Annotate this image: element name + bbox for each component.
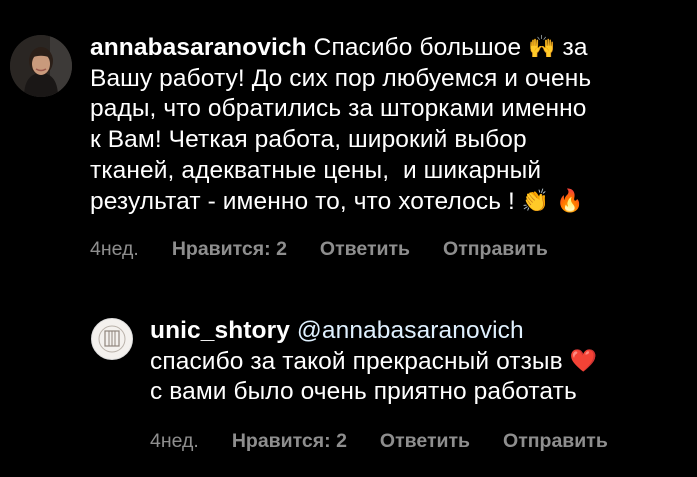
send-button[interactable]: Отправить bbox=[443, 238, 548, 261]
comment-text: unic_shtory @annabasaranovich спасибо за… bbox=[150, 316, 695, 408]
red-heart-emoji-icon: ❤️ bbox=[569, 347, 598, 373]
comment-text-part: спасибо за такой прекрасный отзыв bbox=[150, 347, 563, 375]
mention-link[interactable]: @annabasaranovich bbox=[297, 317, 524, 344]
brand-logo-avatar-icon bbox=[93, 320, 131, 358]
reply-button[interactable]: Ответить bbox=[320, 238, 410, 261]
clapping-hands-emoji-icon: 👏 bbox=[521, 187, 550, 213]
comment-meta: 4нед. Нравится: 2 Ответить Отправить bbox=[150, 430, 608, 453]
comment-timestamp: 4нед. bbox=[90, 238, 139, 260]
comment-text-part: с вами было очень приятно работать bbox=[150, 378, 577, 406]
comment-username[interactable]: annabasaranovich bbox=[90, 34, 307, 61]
likes-count-link[interactable]: Нравится: 2 bbox=[172, 238, 287, 261]
comment-text: annabasaranovich Спасибо большое 🙌 за Ва… bbox=[90, 33, 690, 217]
comment-text-part: за Вашу работу! До сих пор любуемся и оч… bbox=[90, 34, 592, 215]
raising-hands-emoji-icon: 🙌 bbox=[528, 34, 556, 59]
woman-avatar-icon bbox=[10, 35, 72, 97]
reply-button[interactable]: Ответить bbox=[380, 430, 470, 453]
likes-count-link[interactable]: Нравится: 2 bbox=[232, 430, 347, 453]
send-button[interactable]: Отправить bbox=[503, 430, 608, 453]
brand-avatar[interactable] bbox=[91, 318, 133, 360]
comment-text-part: Спасибо большое bbox=[306, 34, 529, 61]
comment-timestamp: 4нед. bbox=[150, 430, 199, 452]
comment-meta: 4нед. Нравится: 2 Ответить Отправить bbox=[90, 238, 548, 261]
fire-emoji-icon: 🔥 bbox=[556, 187, 584, 213]
user-avatar[interactable] bbox=[10, 35, 72, 97]
comment-username[interactable]: unic_shtory bbox=[150, 317, 290, 344]
